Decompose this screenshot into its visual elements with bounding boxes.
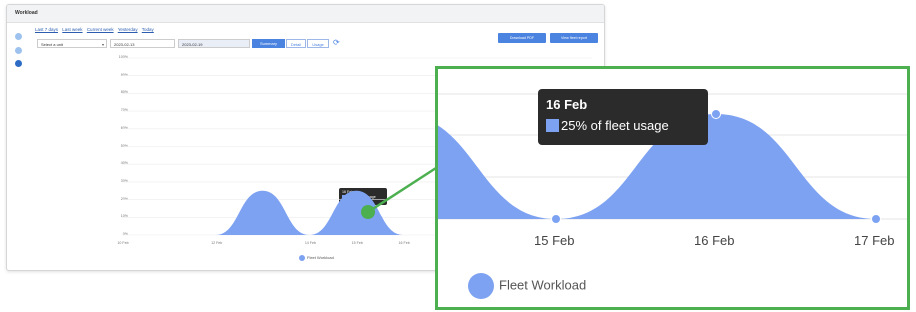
zoom-tooltip-text: 25% of fleet usage [561, 118, 669, 133]
zoom-tooltip-swatch [546, 119, 559, 132]
zoom-tooltip-title: 16 Feb [546, 97, 588, 112]
zoom-callout: 15 Feb 16 Feb 17 Feb 16 Feb 25% of fleet u… [435, 66, 910, 310]
fleet-workload-area [122, 190, 450, 235]
zoom-data-point [871, 214, 881, 224]
zoom-tooltip: 16 Feb 25% of fleet usage [538, 89, 708, 145]
zoom-connector [367, 166, 437, 214]
zoom-legend-label: Fleet Workload [499, 277, 587, 293]
zoom-legend: Fleet Workload [468, 273, 586, 299]
zoom-x-tick-label: 16 Feb [694, 233, 735, 248]
zoom-data-point [551, 214, 561, 224]
zoom-data-point [711, 109, 721, 119]
zoom-legend-swatch [468, 273, 494, 299]
zoom-x-tick-label: 15 Feb [534, 233, 575, 248]
zoom-x-tick-label: 17 Feb [854, 233, 895, 248]
